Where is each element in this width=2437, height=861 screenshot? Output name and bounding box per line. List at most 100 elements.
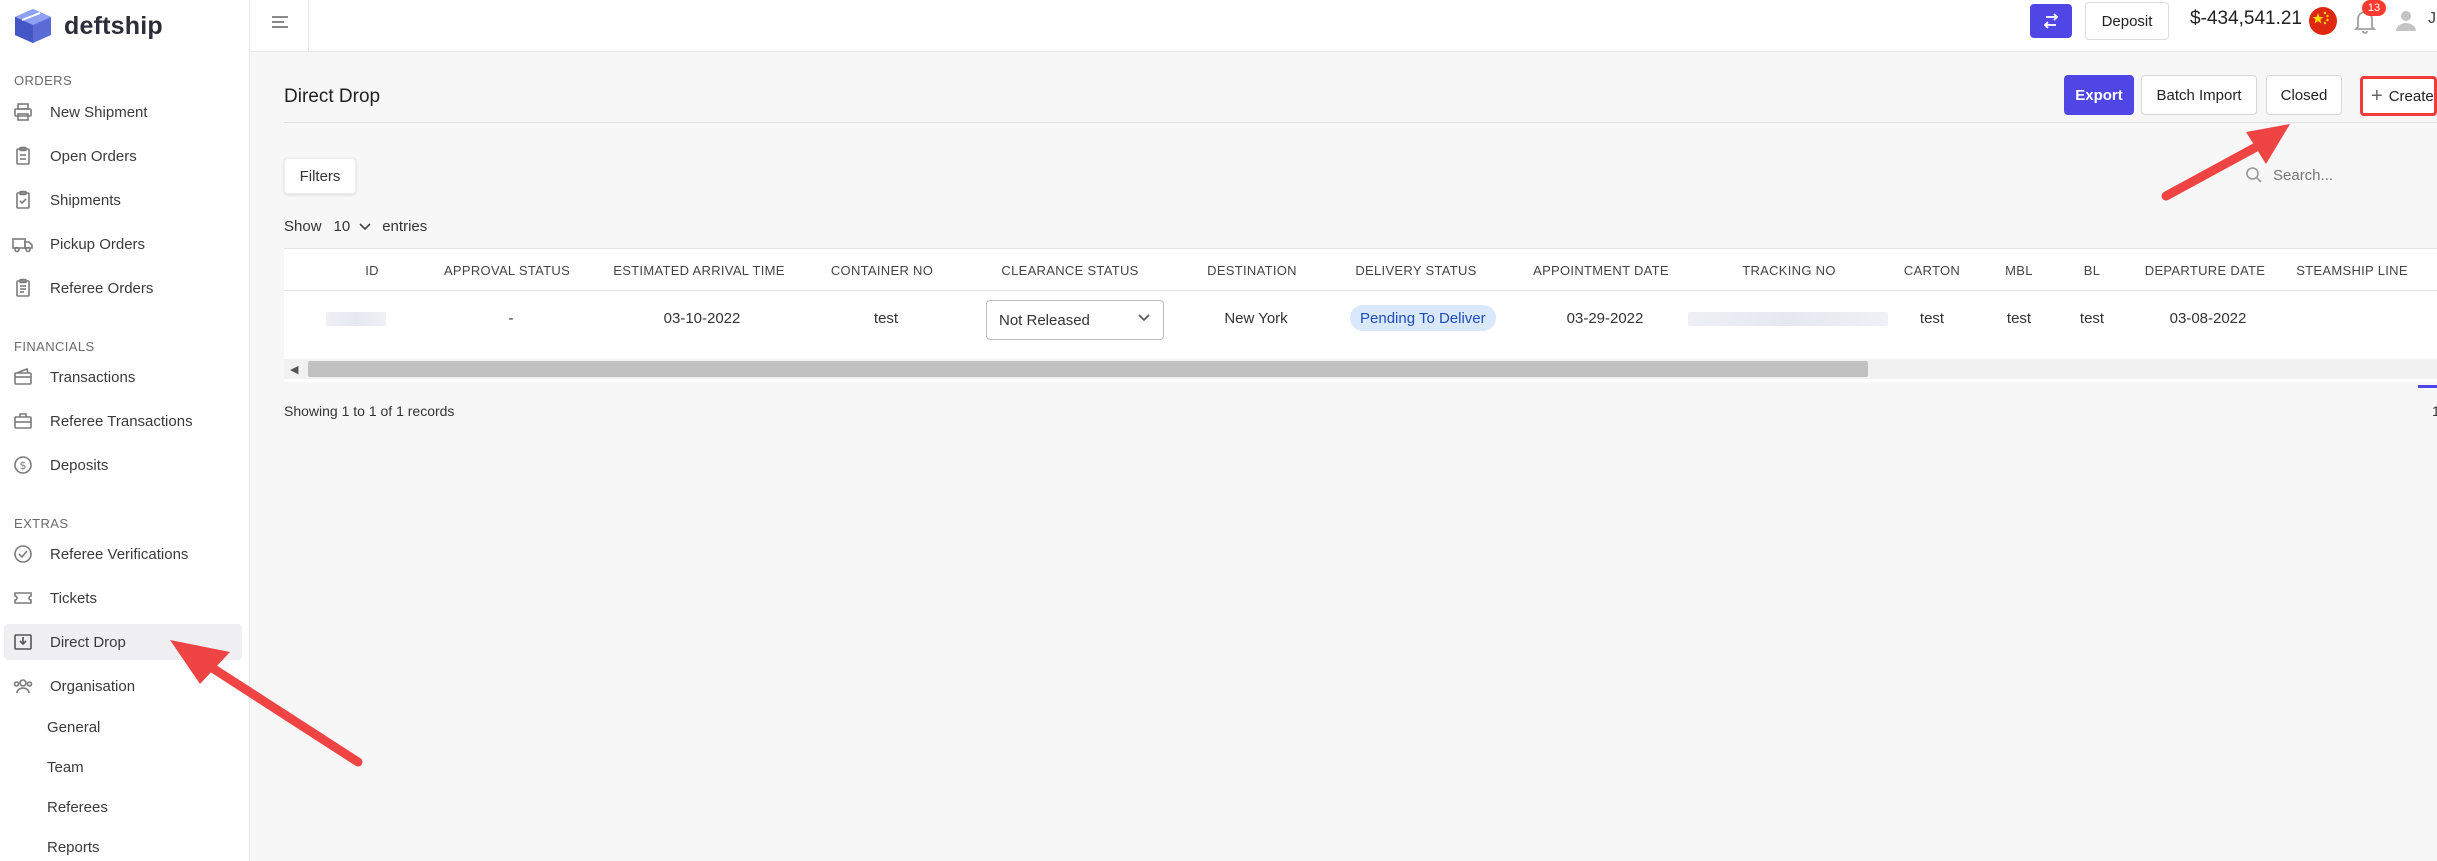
cell-mbl: test <box>2006 310 2032 327</box>
sidebar-item-open-orders[interactable]: Open Orders <box>4 138 242 174</box>
check-circle-icon <box>12 543 34 565</box>
page-title: Direct Drop <box>284 86 381 107</box>
sidebar-item-label: Direct Drop <box>50 633 126 651</box>
export-button[interactable]: Export <box>2064 75 2134 115</box>
create-button-label: Create <box>2388 87 2434 105</box>
column-header[interactable]: ESTIMATED ARRIVAL TIME <box>613 263 785 278</box>
swap-arrows-icon <box>2043 13 2059 29</box>
filters-button[interactable]: Filters <box>284 158 356 194</box>
cell-container-no: test <box>873 310 899 327</box>
pagination-active-indicator <box>2418 385 2437 388</box>
column-header[interactable]: CARTON <box>1904 263 1960 278</box>
wallet-icon <box>12 366 34 388</box>
section-label-financials: FINANCIALS <box>14 339 95 354</box>
sidebar-item-shipments[interactable]: Shipments <box>4 182 242 218</box>
sidebar-item-tickets[interactable]: Tickets <box>4 580 242 616</box>
column-header[interactable]: TRACKING NO <box>1742 263 1836 278</box>
notification-count-badge: 13 <box>2362 0 2386 16</box>
section-label-extras: EXTRAS <box>14 516 69 531</box>
menu-toggle-icon[interactable] <box>268 10 292 34</box>
user-avatar-icon[interactable] <box>2393 7 2419 33</box>
sidebar-item-referee-orders[interactable]: Referee Orders <box>4 270 242 306</box>
scrollbar-thumb[interactable] <box>308 361 1868 377</box>
brand-name: deftship <box>64 11 163 40</box>
closed-button[interactable]: Closed <box>2266 75 2342 115</box>
column-header[interactable]: STEAMSHIP LINE <box>2296 263 2408 278</box>
column-header[interactable]: DELIVERY STATUS <box>1355 263 1476 278</box>
section-label-orders: ORDERS <box>14 73 73 88</box>
sidebar-item-organisation[interactable]: Organisation <box>4 668 242 704</box>
user-name[interactable]: J <box>2428 10 2436 28</box>
sidebar-item-label: Open Orders <box>50 147 137 165</box>
search-box[interactable] <box>2245 160 2437 190</box>
sidebar-item-label: New Shipment <box>50 103 148 121</box>
cell-departure-date: 03-08-2022 <box>2169 310 2247 327</box>
delivery-status-badge: Pending To Deliver <box>1350 305 1496 331</box>
cell-appointment-date: 03-29-2022 <box>1566 310 1644 327</box>
cell-carton: test <box>1919 310 1945 327</box>
sidebar-item-label: Shipments <box>50 191 121 209</box>
briefcase-icon <box>12 410 34 432</box>
create-button[interactable]: + Create <box>2360 76 2437 116</box>
sidebar-item-label: Referee Orders <box>50 279 154 297</box>
clipboard-icon <box>12 145 34 167</box>
chevron-down-icon[interactable] <box>358 222 372 232</box>
table-row[interactable]: - 03-10-2022 test Not Released New York … <box>284 292 2437 344</box>
column-header[interactable]: CONTAINER NO <box>831 263 933 278</box>
column-header[interactable]: DEPARTURE DATE <box>2145 263 2266 278</box>
entries-selector: Show 10 entries <box>284 218 427 235</box>
column-header[interactable]: CLEARANCE STATUS <box>1001 263 1138 278</box>
column-header[interactable]: APPOINTMENT DATE <box>1533 263 1669 278</box>
annotation-arrows <box>170 124 2290 767</box>
chevron-down-icon <box>1138 314 1150 322</box>
cell-estimated-arrival-time: 03-10-2022 <box>663 310 741 327</box>
column-header[interactable]: ID <box>365 263 379 278</box>
users-icon <box>12 675 34 697</box>
sidebar-item-label: Tickets <box>50 589 97 607</box>
column-header[interactable]: DESTINATION <box>1207 263 1297 278</box>
scroll-left-arrow-icon[interactable]: ◀ <box>290 363 298 376</box>
account-balance: $-434,541.21 <box>2190 8 2302 29</box>
sidebar: deftship ORDERS New Shipment Open Orders… <box>0 0 250 861</box>
clipboard-check-icon <box>12 189 34 211</box>
sidebar-item-deposits[interactable]: $ Deposits <box>4 447 242 483</box>
sidebar-item-direct-drop[interactable]: Direct Drop <box>4 624 242 660</box>
search-icon <box>2246 167 2262 183</box>
clipboard-list-icon <box>12 277 34 299</box>
language-flag-icon[interactable] <box>2309 7 2337 35</box>
brand-logo[interactable]: deftship <box>12 6 163 46</box>
pagination-page[interactable]: 1 <box>2432 403 2437 419</box>
deposit-button[interactable]: Deposit <box>2085 2 2169 40</box>
entries-select[interactable]: 10 <box>334 218 351 235</box>
column-header[interactable]: MBL <box>2005 263 2033 278</box>
sidebar-item-referee-verifications[interactable]: Referee Verifications <box>4 536 242 572</box>
sidebar-subitem-team[interactable]: Team <box>47 759 84 776</box>
switch-account-button[interactable] <box>2030 4 2072 38</box>
truck-icon <box>12 233 34 255</box>
box-logo-icon <box>15 9 51 43</box>
cell-approval-status: - <box>508 310 514 327</box>
dollar-circle-icon: $ <box>12 454 34 476</box>
sidebar-subitem-reports[interactable]: Reports <box>47 839 100 856</box>
clearance-status-select[interactable]: Not Released <box>986 300 1164 340</box>
direct-drop-table: ID APPROVAL STATUS ESTIMATED ARRIVAL TIM… <box>284 248 2437 382</box>
sidebar-subitem-general[interactable]: General <box>47 719 100 736</box>
sidebar-item-transactions[interactable]: Transactions <box>4 359 242 395</box>
records-info: Showing 1 to 1 of 1 records <box>284 403 455 419</box>
sidebar-item-pickup-orders[interactable]: Pickup Orders <box>4 226 242 262</box>
redacted-id <box>326 312 386 326</box>
sidebar-subitem-referees[interactable]: Referees <box>47 799 108 816</box>
plus-icon: + <box>2371 85 2383 107</box>
search-input[interactable] <box>2273 166 2423 184</box>
table-header: ID APPROVAL STATUS ESTIMATED ARRIVAL TIM… <box>284 249 2437 291</box>
sidebar-item-label: Deposits <box>50 456 109 474</box>
sidebar-item-referee-transactions[interactable]: Referee Transactions <box>4 403 242 439</box>
entries-label: entries <box>382 218 428 235</box>
sidebar-item-new-shipment[interactable]: New Shipment <box>4 94 242 130</box>
svg-text:$: $ <box>20 459 27 472</box>
column-header[interactable]: APPROVAL STATUS <box>444 263 570 278</box>
cell-destination: New York <box>1224 310 1288 327</box>
batch-import-button[interactable]: Batch Import <box>2141 75 2257 115</box>
header-divider <box>284 122 2437 123</box>
column-header[interactable]: BL <box>2084 263 2101 278</box>
